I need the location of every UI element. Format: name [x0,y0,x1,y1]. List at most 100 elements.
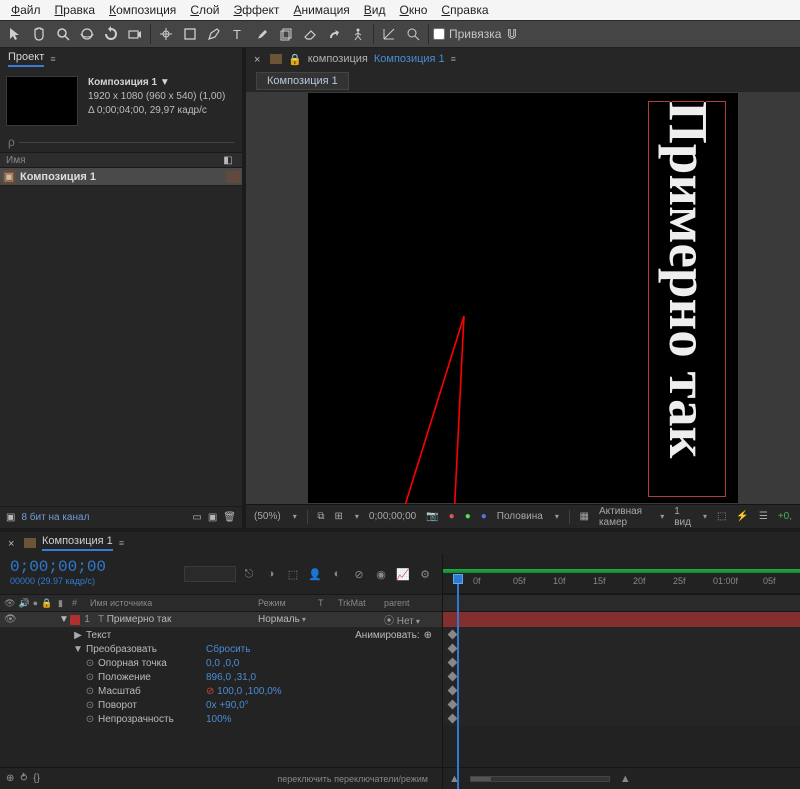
eraser-tool[interactable] [299,23,321,45]
eye-icon[interactable]: 👁 [4,614,16,625]
col-mode[interactable]: Режим [258,598,318,608]
keyframe-marker[interactable] [448,630,458,640]
hand-tool[interactable] [28,23,50,45]
keyframe-marker[interactable] [448,672,458,682]
tl-icon-2[interactable]: ◑ [262,565,280,583]
layer-parent[interactable]: ⦿ Нет▾ [384,612,442,627]
orbit-tool[interactable] [76,23,98,45]
val-rotation[interactable]: 0x +90,0° [206,700,249,711]
tl-search[interactable] [184,566,236,582]
col-eye-icon[interactable]: 👁 [4,598,15,609]
project-item[interactable]: ▣ Композиция 1 [0,168,242,186]
group-transform[interactable]: Преобразовать [84,644,206,655]
stopwatch-anchor[interactable]: ⊙ [84,658,96,669]
val-position[interactable]: 896,0 ,31,0 [206,672,256,683]
project-thumbnail[interactable] [6,76,78,126]
grid-icon[interactable]: ⊞ [335,511,343,522]
project-tab[interactable]: Проект [8,51,44,67]
viewer-menu-icon[interactable]: ≡ [451,54,456,64]
timecode[interactable]: 0;00;00;00 [10,558,174,576]
prop-position[interactable]: Положение [96,672,206,683]
menu-effect[interactable]: Эффект [227,3,287,18]
prop-opacity[interactable]: Непрозрачность [96,714,206,725]
snapshot-icon[interactable]: 📷 [426,511,438,522]
item-color-chip[interactable] [226,171,240,183]
menu-animation[interactable]: Анимация [286,3,356,18]
keyframe-marker[interactable] [448,714,458,724]
menu-edit[interactable]: Правка [48,3,103,18]
prop-rotation[interactable]: Поворот [96,700,206,711]
composition-stage[interactable]: Примерно так [246,92,800,504]
tl-close-icon[interactable]: × [8,538,18,548]
col-name[interactable]: Имя источника [86,598,258,608]
interpret-footage-icon[interactable]: ▣ [6,512,15,523]
tl-icon-1[interactable]: ⎋ [240,565,258,583]
playhead[interactable] [453,574,463,584]
tl-icon-9[interactable]: ⚙ [416,565,434,583]
menu-layer[interactable]: Слой [183,3,226,18]
zoom-display[interactable]: (50%) [254,511,281,522]
panel-menu-icon[interactable]: ≡ [50,54,55,64]
find-tool[interactable] [402,23,424,45]
menu-window[interactable]: Окно [393,3,435,18]
tl-footer-icon-2[interactable]: ⥁ [20,773,27,784]
col-name[interactable]: Имя [6,155,220,166]
camera-tool[interactable] [124,23,146,45]
tl-motion-blur-icon[interactable]: ◉ [372,565,390,583]
zoom-in-icon[interactable]: ▲ [620,773,631,785]
layer-twirl[interactable]: ▼ [58,614,70,625]
timeline-icon[interactable]: ☰ [759,511,768,522]
animate-arrow-icon[interactable]: ⊕ [424,630,432,641]
col-solo-icon[interactable]: ● [33,598,38,609]
val-anchor[interactable]: 0,0 ,0,0 [206,658,239,669]
transform-twirl[interactable]: ▼ [72,644,84,655]
bits-label[interactable]: 8 бит на канал [21,512,89,523]
val-opacity[interactable]: 100% [206,714,232,725]
menu-composition[interactable]: Композиция [102,3,183,18]
close-icon[interactable]: × [254,54,264,64]
prop-scale[interactable]: Масштаб [96,686,206,697]
tl-icon-3[interactable]: ⬚ [284,565,302,583]
pan-behind-tool[interactable] [155,23,177,45]
prop-anchor[interactable]: Опорная точка [96,658,206,669]
viewer-subtab[interactable]: Композиция 1 [256,72,349,90]
col-type-icon[interactable]: ◧ [220,155,236,166]
zoom-slider[interactable] [470,776,610,782]
transform-reset[interactable]: Сбросить [206,644,250,655]
tl-folder-icon[interactable] [24,538,36,548]
pen-tool[interactable] [203,23,225,45]
text-twirl[interactable]: ▶ [72,630,84,641]
time-ruler[interactable]: 0f 05f 10f 15f 20f 25f 01:00f 05f 10f [443,554,800,594]
col-trk[interactable]: T [318,598,338,608]
tl-icon-5[interactable]: ◐ [328,565,346,583]
expand-icon[interactable]: +0, [778,511,792,522]
animate-label[interactable]: Анимировать: [355,630,419,641]
clone-tool[interactable] [275,23,297,45]
switches-toggle[interactable]: переключить переключатели/режим [277,774,428,784]
snap-checkbox[interactable] [433,28,445,40]
stopwatch-opacity[interactable]: ⊙ [84,714,96,725]
text-layer[interactable]: Примерно так [648,101,726,497]
viewer-crumb-1[interactable]: композиция [308,53,368,65]
tl-shy-icon[interactable]: 👤 [306,565,324,583]
comp-title[interactable]: Композиция 1 ▼ [88,76,225,90]
local-axis-tool[interactable] [378,23,400,45]
tl-graph-icon[interactable]: 📈 [394,565,412,583]
menu-file[interactable]: Файл [4,3,48,18]
num-views[interactable]: 1 вид [674,506,691,528]
col-num[interactable]: # [72,598,86,608]
layer-row[interactable]: 👁 ▼ 1 T Примерно так Нормаль▾ ⦿ Нет▾ [0,612,442,628]
rotate-tool[interactable] [100,23,122,45]
trash-icon[interactable]: 🗑 [223,512,236,523]
project-search[interactable]: ρ [0,132,242,152]
menu-view[interactable]: Вид [357,3,393,18]
tl-icon-6[interactable]: ⊘ [350,565,368,583]
new-comp-icon[interactable]: ▣ [208,512,217,523]
view-layout-icon[interactable]: ▦ [580,511,589,522]
pixel-aspect-icon[interactable]: ⬚ [717,511,726,522]
timeline-tab[interactable]: Композиция 1 [42,535,113,551]
brush-tool[interactable] [251,23,273,45]
col-speaker-icon[interactable]: 🔊 [18,598,29,609]
channel-icon[interactable]: ● [449,511,455,522]
keyframe-marker[interactable] [448,686,458,696]
